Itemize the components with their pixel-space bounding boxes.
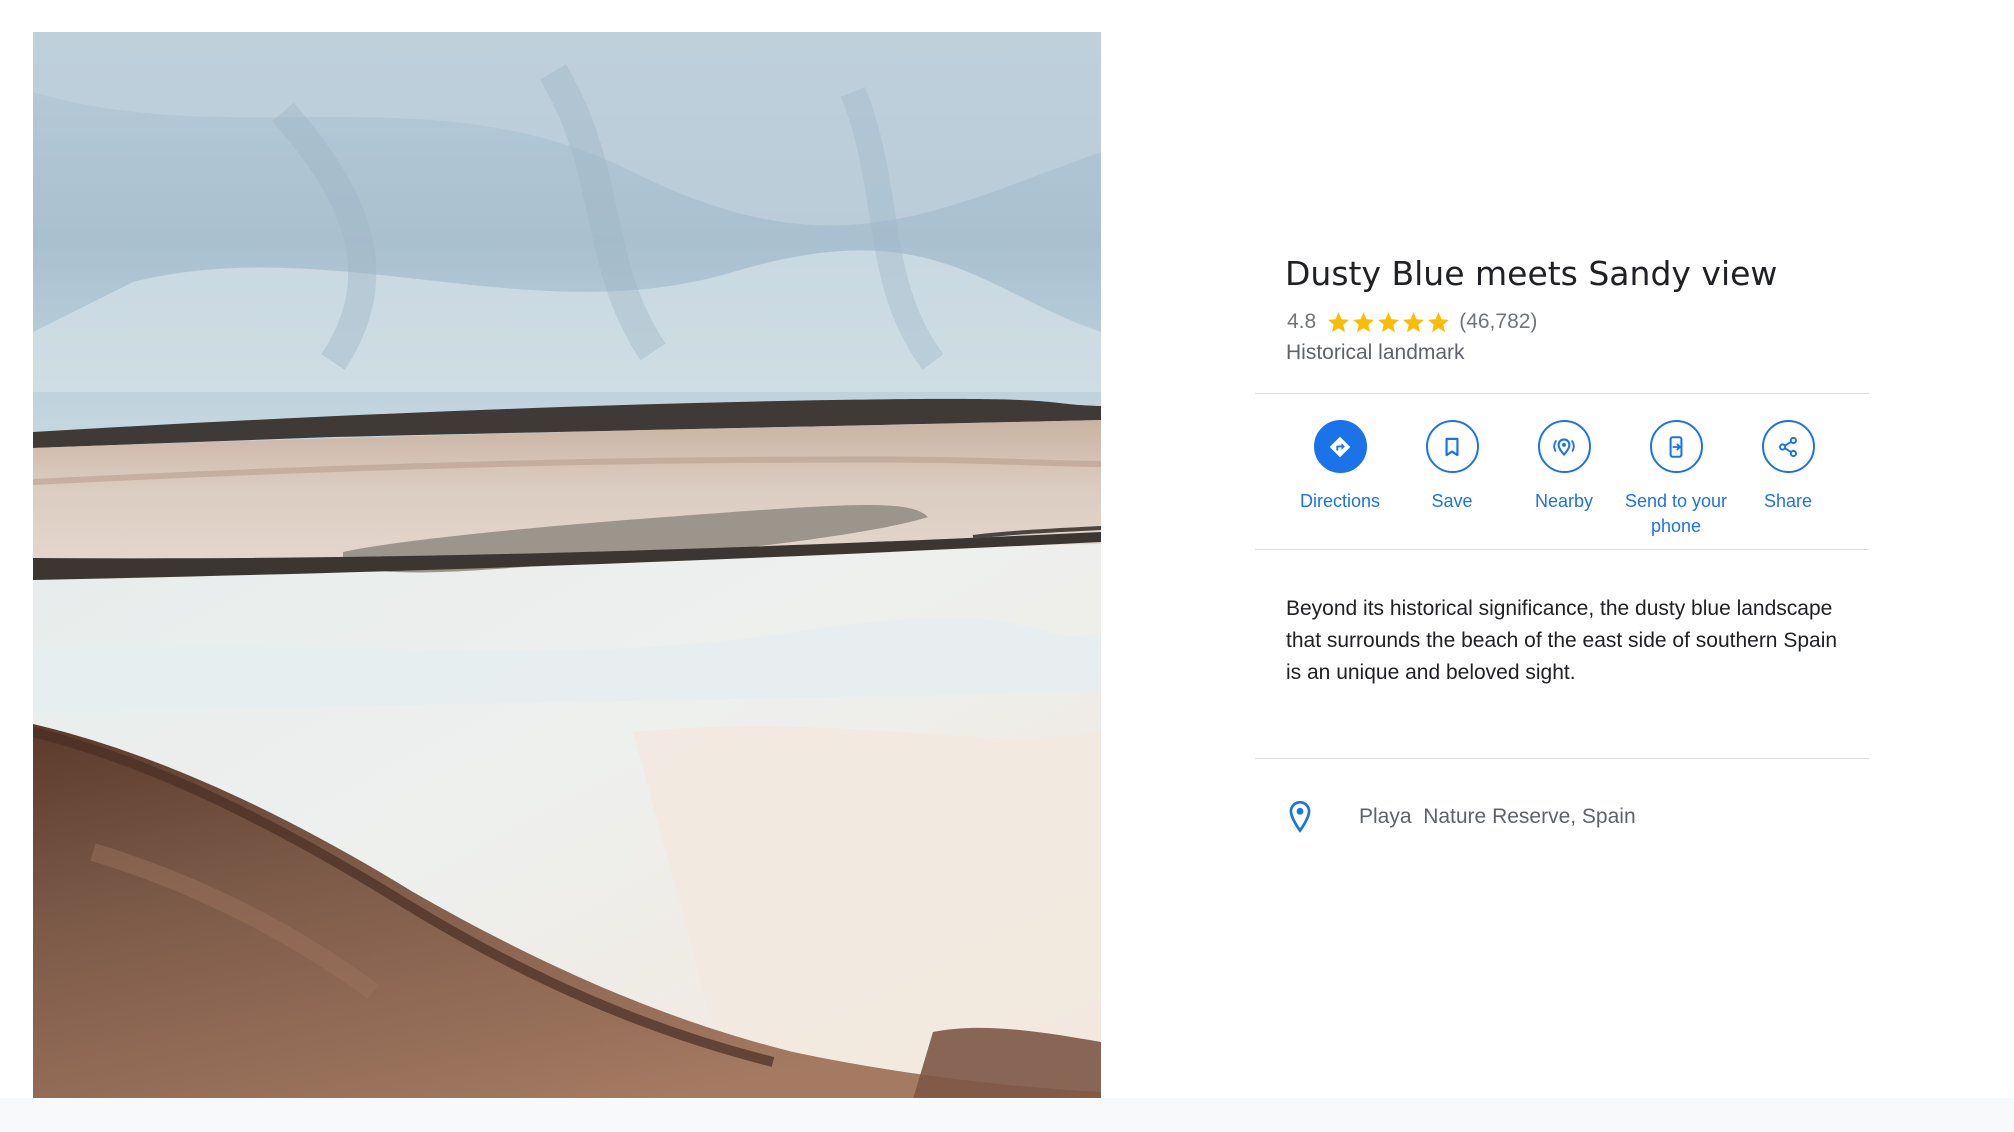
directions-icon xyxy=(1313,420,1367,473)
directions-button[interactable]: Directions xyxy=(1278,420,1402,514)
bookmark-icon xyxy=(1425,420,1479,473)
send-to-phone-label: Send to your phone xyxy=(1624,491,1728,536)
star-icon xyxy=(1428,311,1450,332)
place-address: Playa Nature Reserve, Spain xyxy=(1359,805,1636,828)
landscape-image xyxy=(33,32,1101,1099)
star-icon xyxy=(1403,311,1425,332)
place-photo[interactable] xyxy=(33,32,1101,1099)
place-info-panel: Dusty Blue meets Sandy view 4.8 (46,782)… xyxy=(1255,0,1869,1132)
rating-row: 4.8 (46,782) xyxy=(1287,308,1537,336)
save-button[interactable]: Save xyxy=(1390,420,1514,514)
star-icon xyxy=(1353,311,1375,332)
place-title: Dusty Blue meets Sandy view xyxy=(1285,254,1778,293)
send-to-phone-button[interactable]: Send to your phone xyxy=(1614,420,1738,539)
share-button[interactable]: Share xyxy=(1726,420,1850,514)
place-details-page: Dusty Blue meets Sandy view 4.8 (46,782)… xyxy=(0,0,2014,1132)
place-category[interactable]: Historical landmark xyxy=(1286,341,1465,365)
bottom-bar xyxy=(0,1098,2014,1132)
star-rating xyxy=(1326,310,1451,335)
review-count[interactable]: (46,782) xyxy=(1459,310,1537,334)
divider xyxy=(1255,758,1869,759)
directions-label: Directions xyxy=(1299,491,1381,511)
share-label: Share xyxy=(1763,491,1813,511)
share-icon xyxy=(1761,420,1815,473)
star-icon xyxy=(1378,311,1400,332)
send-to-phone-icon xyxy=(1649,420,1703,473)
star-icon xyxy=(1328,311,1350,332)
place-description: Beyond its historical significance, the … xyxy=(1286,597,1838,684)
nearby-button[interactable]: Nearby xyxy=(1502,420,1626,514)
divider xyxy=(1255,549,1869,550)
save-label: Save xyxy=(1431,491,1473,511)
nearby-icon xyxy=(1537,420,1591,473)
location-pin-icon xyxy=(1289,800,1311,833)
divider xyxy=(1255,393,1869,394)
address-row[interactable]: Playa Nature Reserve, Spain xyxy=(1286,800,1636,834)
rating-value: 4.8 xyxy=(1287,310,1317,333)
nearby-label: Nearby xyxy=(1534,491,1594,511)
